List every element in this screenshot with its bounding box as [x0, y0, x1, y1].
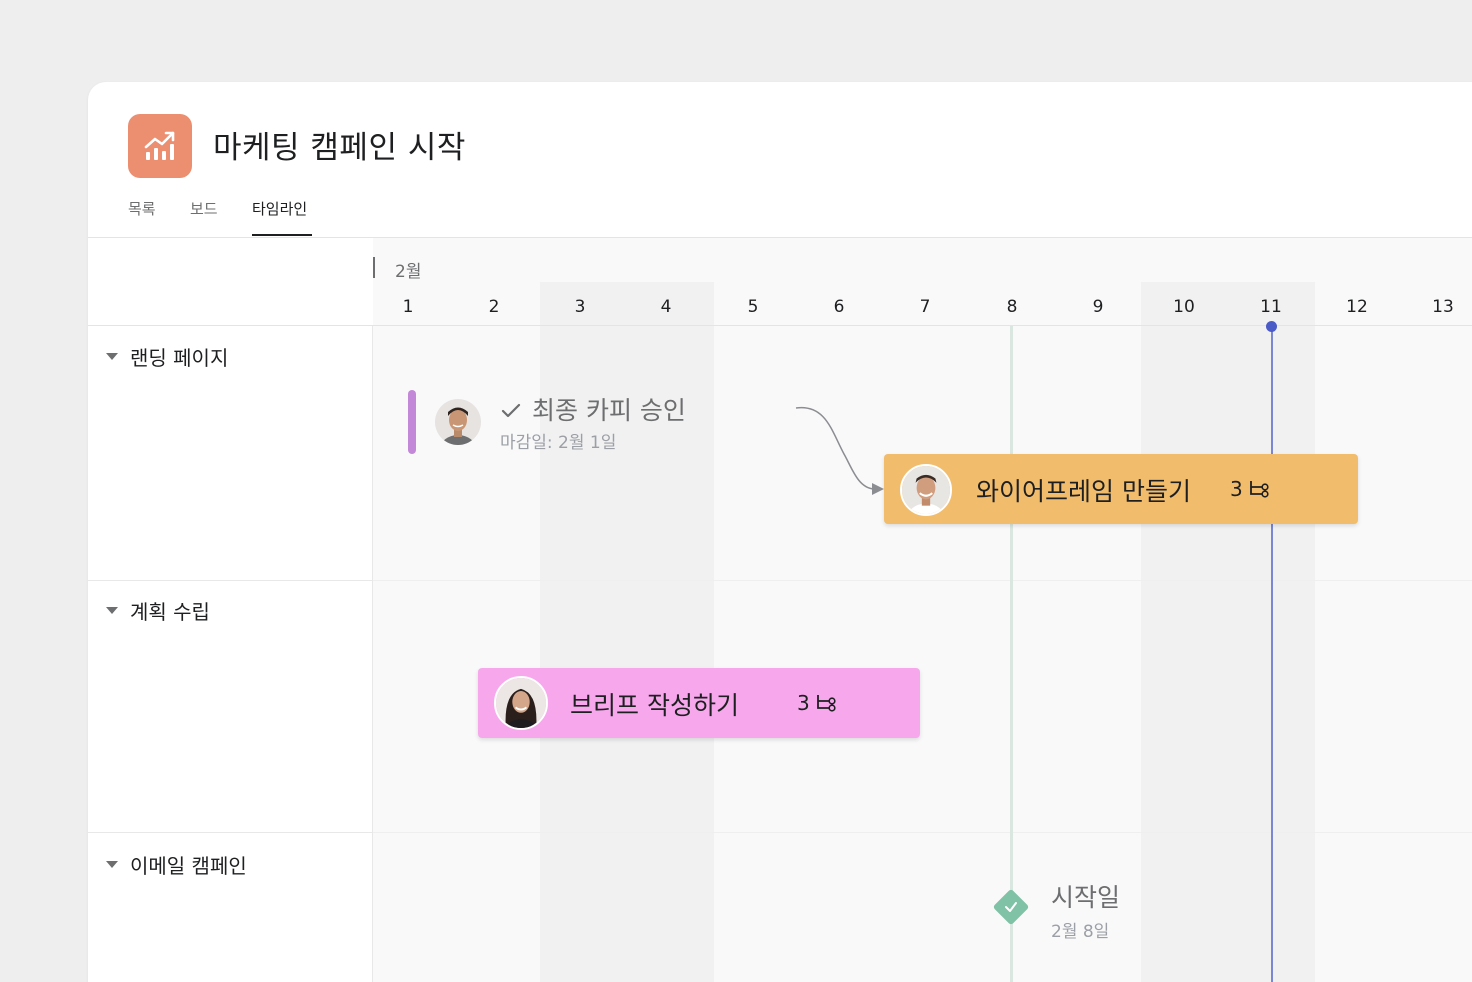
timeline-grid[interactable] [373, 238, 1472, 982]
day-label: 5 [747, 297, 759, 317]
today-marker [1266, 321, 1277, 332]
section-divider [88, 832, 372, 833]
project-title: 마케팅 캠페인 시작 [213, 130, 466, 166]
section-planning[interactable]: 계획 수립 [106, 596, 210, 625]
project-icon[interactable] [128, 114, 192, 178]
sidebar-divider [372, 326, 373, 982]
subtask-count: 3 [1230, 477, 1243, 501]
day-label: 9 [1092, 297, 1104, 317]
avatar[interactable] [435, 399, 481, 445]
day-label: 13 [1432, 297, 1454, 317]
section-label: 이메일 캠페인 [130, 854, 247, 878]
weekend-shade [1141, 282, 1315, 982]
month-marker [373, 257, 375, 278]
day-label: 4 [660, 297, 672, 317]
task-title: 와이어프레임 만들기 [976, 477, 1191, 506]
subtask-icon [817, 695, 836, 712]
task-title: 브리프 작성하기 [570, 691, 739, 720]
dependency-arrow [795, 406, 884, 495]
section-label: 계획 수립 [130, 600, 210, 624]
subtask-count: 3 [797, 691, 810, 715]
section-email-campaign[interactable]: 이메일 캠페인 [106, 850, 247, 879]
avatar[interactable] [494, 676, 548, 730]
today-line [1271, 326, 1273, 982]
section-sidebar [88, 326, 372, 982]
weekend-shade [540, 282, 714, 982]
day-label-today: 11 [1260, 297, 1282, 317]
day-label: 8 [1006, 297, 1018, 317]
completed-task-accent [408, 390, 416, 454]
caret-down-icon[interactable] [106, 607, 118, 614]
active-tab-indicator [252, 234, 312, 236]
date-header: 2월 1 2 3 4 5 6 7 8 9 10 11 12 13 [88, 238, 1472, 326]
subtask-icon [1250, 481, 1269, 498]
avatar[interactable] [900, 464, 952, 516]
caret-down-icon[interactable] [106, 861, 118, 868]
day-label: 10 [1173, 297, 1195, 317]
row-divider [373, 832, 1472, 833]
tab-timeline[interactable]: 타임라인 [252, 198, 307, 219]
day-label: 6 [833, 297, 845, 317]
day-label: 7 [919, 297, 931, 317]
day-label: 12 [1346, 297, 1368, 317]
section-divider [88, 580, 372, 581]
row-divider [373, 580, 1472, 581]
task-bar-brief[interactable]: 브리프 작성하기 3 [478, 668, 920, 738]
day-label: 2 [488, 297, 500, 317]
person-avatar-icon [902, 466, 950, 514]
day-label: 1 [402, 297, 414, 317]
section-landing-page[interactable]: 랜딩 페이지 [106, 342, 228, 371]
person-avatar-icon [496, 678, 546, 728]
milestone-title[interactable]: 시작일 [1051, 878, 1120, 914]
task-bar-wireframe[interactable]: 와이어프레임 만들기 3 [884, 454, 1358, 524]
tab-board[interactable]: 보드 [190, 198, 218, 219]
person-avatar-icon [435, 399, 481, 445]
section-label: 랜딩 페이지 [130, 346, 229, 370]
tab-list[interactable]: 목록 [128, 198, 156, 219]
caret-down-icon[interactable] [106, 353, 118, 360]
completed-task-title[interactable]: 최종 카피 승인 [532, 391, 686, 427]
check-icon [1005, 902, 1017, 912]
month-label: 2월 [395, 262, 422, 282]
milestone-line [1010, 326, 1013, 982]
milestone-date: 2월 8일 [1051, 922, 1110, 942]
trending-up-chart-icon [144, 131, 175, 160]
check-icon [501, 403, 521, 418]
completed-task-due: 마감일: 2월 1일 [500, 433, 617, 453]
project-panel: 마케팅 캠페인 시작 목록 보드 타임라인 2월 1 2 3 4 5 6 7 8… [88, 82, 1472, 982]
day-label: 3 [574, 297, 586, 317]
